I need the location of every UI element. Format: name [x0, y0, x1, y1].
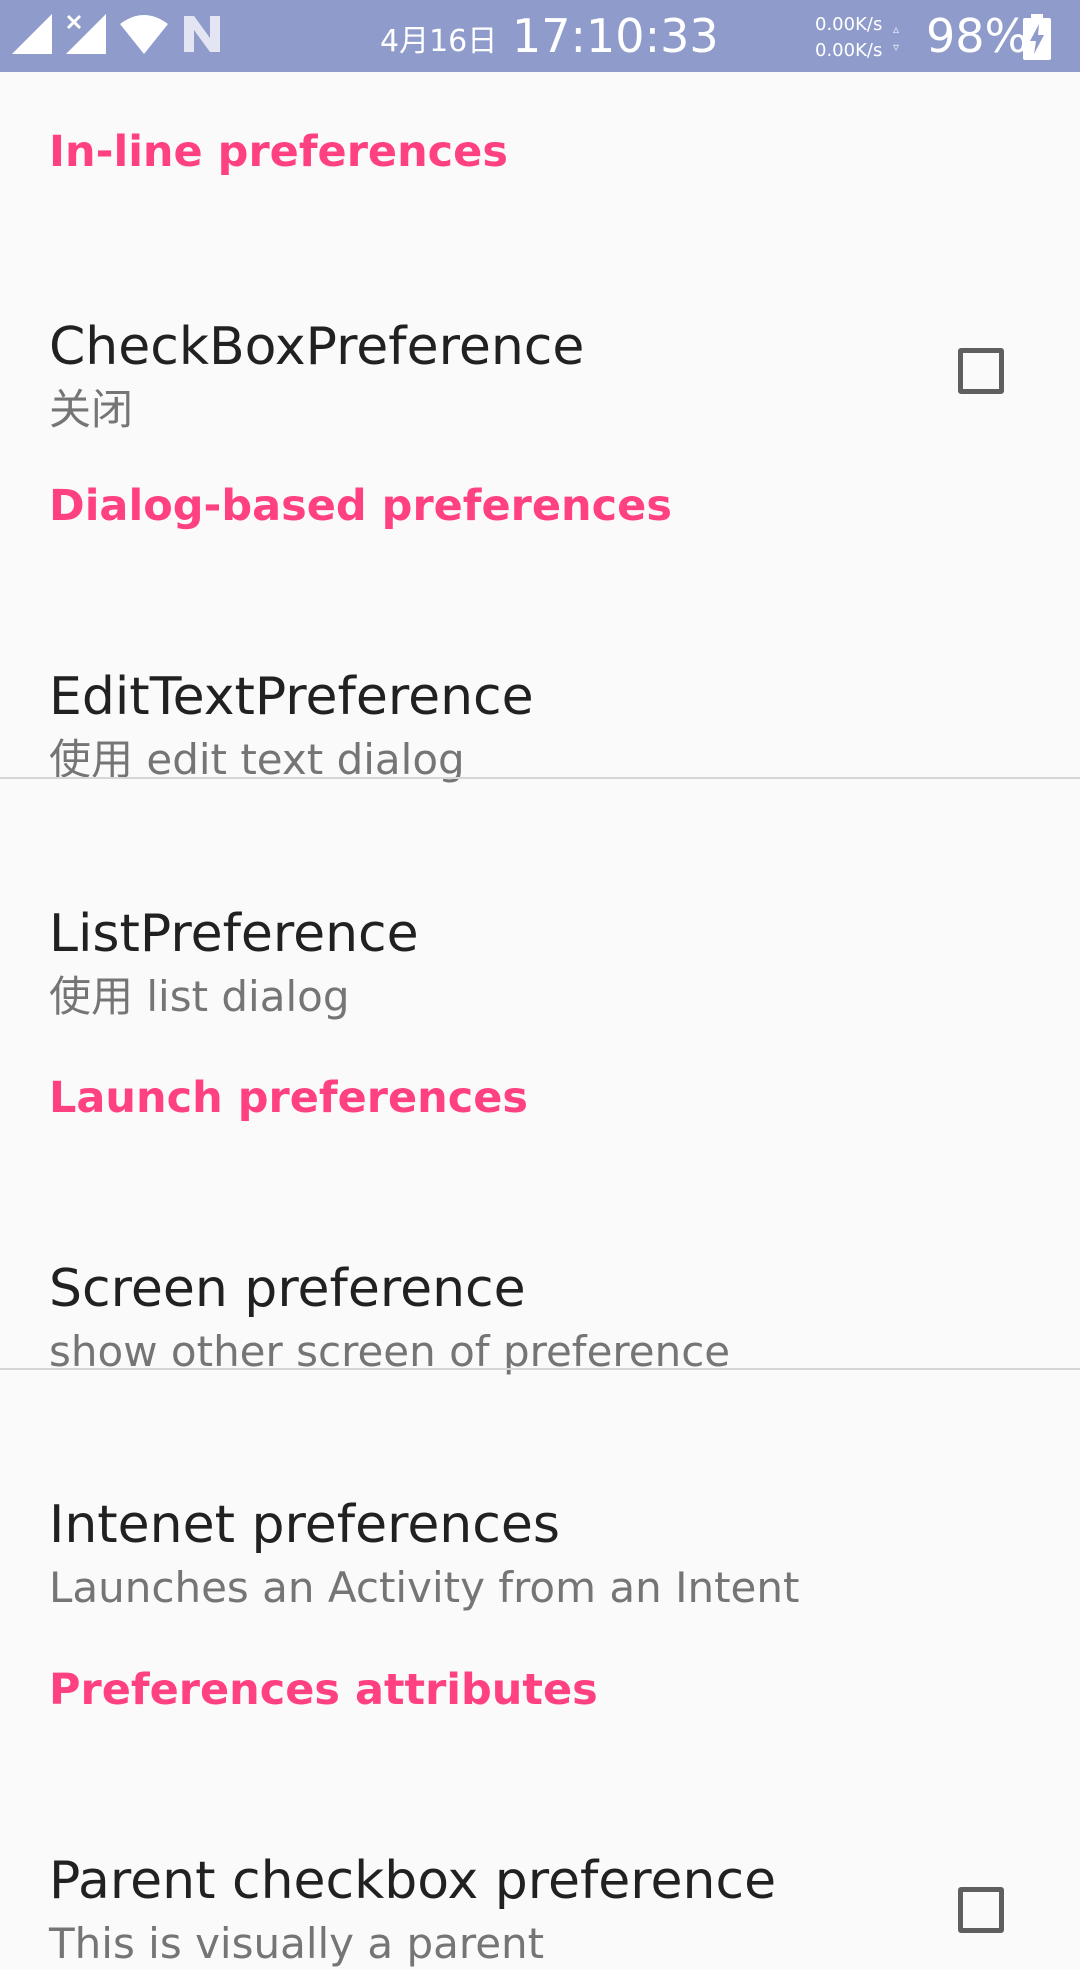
category-inline-preferences: In-line preferences — [49, 127, 508, 177]
nfc-icon — [180, 12, 224, 60]
checkbox-preference-checkbox[interactable] — [958, 348, 1004, 394]
category-dialog-based-preferences: Dialog-based preferences — [49, 481, 672, 531]
wifi-icon — [118, 12, 170, 60]
signal-icon — [10, 12, 54, 60]
battery-percent: 98% — [926, 9, 1029, 63]
net-speed-up: 0.00K/s — [815, 14, 883, 35]
checkbox-preference-title: CheckBoxPreference — [49, 317, 585, 377]
status-date: 4月16日 — [380, 24, 498, 59]
status-icons — [10, 12, 224, 60]
category-launch-preferences: Launch preferences — [49, 1073, 528, 1123]
edittext-preference-title: EditTextPreference — [49, 667, 534, 727]
status-bar: 4月16日 17:10:33 0.00K/s 0.00K/s ▵ ▿ 98% — [0, 0, 1080, 72]
checkbox-preference-summary: 关闭 — [49, 385, 134, 434]
screen-preference-row[interactable]: Screen preference show other screen of p… — [0, 1134, 1080, 1376]
net-speed: 0.00K/s 0.00K/s — [815, 12, 882, 64]
list-preference-title: ListPreference — [49, 904, 419, 964]
parent-checkbox-preference-summary: This is visually a parent — [49, 1919, 545, 1968]
edittext-preference-row[interactable]: EditTextPreference 使用 edit text dialog — [0, 542, 1080, 784]
net-arrows-icon: ▵ ▿ — [893, 22, 900, 54]
intent-preference-row[interactable]: Intenet preferences Launches an Activity… — [0, 1370, 1080, 1612]
intent-preference-summary: Launches an Activity from an Intent — [49, 1563, 800, 1612]
battery-charging-icon — [1023, 14, 1051, 64]
status-time: 17:10:33 — [512, 9, 719, 63]
parent-checkbox-preference-title: Parent checkbox preference — [49, 1851, 777, 1911]
intent-preference-title: Intenet preferences — [49, 1495, 560, 1555]
parent-checkbox-preference-row[interactable]: Parent checkbox preference This is visua… — [0, 1726, 1080, 1968]
parent-checkbox-preference-checkbox[interactable] — [958, 1887, 1004, 1933]
list-preference-row[interactable]: ListPreference 使用 list dialog — [0, 779, 1080, 1021]
signal-no-sim-icon — [64, 12, 108, 60]
category-preferences-attributes: Preferences attributes — [49, 1665, 598, 1715]
checkbox-preference-row[interactable]: CheckBoxPreference 关闭 — [0, 230, 1080, 434]
net-speed-down: 0.00K/s — [815, 40, 883, 61]
screen-preference-title: Screen preference — [49, 1259, 526, 1319]
list-preference-summary: 使用 list dialog — [49, 972, 350, 1021]
